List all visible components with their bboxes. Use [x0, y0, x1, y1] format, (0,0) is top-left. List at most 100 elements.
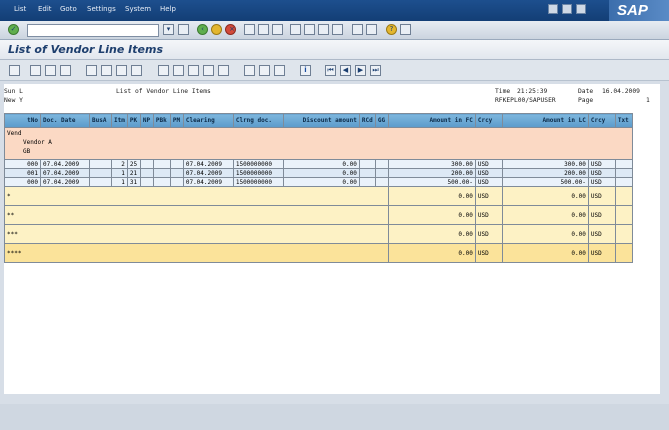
first-page-icon[interactable] — [290, 24, 301, 35]
select-layout-icon[interactable] — [259, 65, 270, 76]
cell-busa[interactable] — [89, 159, 112, 169]
col-header[interactable]: Itm — [111, 113, 128, 128]
first-icon[interactable]: ⏮ — [325, 65, 336, 76]
cell-clearing[interactable]: 07.04.2009 — [182, 159, 234, 169]
change-layout-icon[interactable] — [244, 65, 255, 76]
local-file-icon[interactable] — [218, 65, 229, 76]
col-header[interactable]: PBk — [152, 113, 171, 128]
cell-pk[interactable]: 31 — [126, 177, 141, 187]
cell-amount-lc[interactable]: 500.00- — [501, 177, 589, 187]
cell-np[interactable] — [139, 177, 154, 187]
total-amount-lc[interactable]: 0.00 — [501, 224, 589, 244]
ledger-icon[interactable] — [30, 65, 41, 76]
col-header[interactable]: NP — [139, 113, 154, 128]
col-header[interactable]: Doc. Date — [40, 113, 90, 128]
total-row[interactable]: *** 0.00 USD 0.00 USD — [4, 224, 633, 244]
cell-clearing[interactable]: 07.04.2009 — [182, 168, 234, 178]
col-header[interactable]: Txt — [614, 113, 633, 128]
exit-icon[interactable] — [211, 24, 222, 35]
cell-pbk[interactable] — [152, 168, 171, 178]
last-page-icon[interactable] — [332, 24, 343, 35]
maximize-icon[interactable] — [576, 4, 586, 14]
cell-doc-no[interactable]: 001 — [4, 168, 41, 178]
col-header[interactable]: GG — [374, 113, 389, 128]
dropdown-icon[interactable]: ▾ — [163, 24, 174, 35]
cell-busa[interactable] — [89, 177, 112, 187]
cell-crcy[interactable]: USD — [474, 177, 503, 187]
menu-list[interactable]: List — [14, 5, 26, 13]
col-header[interactable]: BusA — [89, 113, 112, 128]
col-header[interactable]: PM — [169, 113, 184, 128]
cell-clrng-doc[interactable]: 1500000000 — [232, 177, 284, 187]
cell-gg[interactable] — [374, 177, 389, 187]
refresh-icon[interactable] — [9, 65, 20, 76]
col-header[interactable]: Crcy — [474, 113, 503, 128]
cell-doc-date[interactable]: 07.04.2009 — [40, 168, 90, 178]
save-layout-icon[interactable] — [274, 65, 285, 76]
table-row[interactable]: 000 07.04.2009 1 31 07.04.2009 150000000… — [4, 177, 633, 187]
total-amount-lc[interactable]: 0.00 — [501, 186, 589, 206]
menu-settings[interactable]: Settings — [87, 5, 116, 13]
cell-pk[interactable]: 21 — [126, 168, 141, 178]
print-icon[interactable] — [244, 24, 255, 35]
funnel-icon[interactable] — [60, 65, 71, 76]
help-icon[interactable]: ? — [386, 24, 397, 35]
cell-doc-date[interactable]: 07.04.2009 — [40, 159, 90, 169]
menu-edit[interactable]: Edit — [38, 5, 52, 13]
menu-help[interactable]: Help — [160, 5, 176, 13]
cell-rcd[interactable] — [358, 168, 376, 178]
total-amount-lc[interactable]: 0.00 — [501, 205, 589, 225]
cell-gg[interactable] — [374, 159, 389, 169]
cell-doc-no[interactable]: 000 — [4, 177, 41, 187]
word-processing-icon[interactable] — [203, 65, 214, 76]
export-icon[interactable] — [173, 65, 184, 76]
cell-pbk[interactable] — [152, 177, 171, 187]
col-header[interactable]: RCd — [358, 113, 376, 128]
cell-rcd[interactable] — [358, 177, 376, 187]
col-header[interactable]: PK — [126, 113, 141, 128]
table-row[interactable]: 001 07.04.2009 1 21 07.04.2009 150000000… — [4, 168, 633, 178]
save-icon[interactable] — [178, 24, 189, 35]
cancel-icon[interactable]: × — [225, 24, 236, 35]
back-icon[interactable]: ‹ — [197, 24, 208, 35]
col-header[interactable]: Clrng doc. — [232, 113, 284, 128]
total-amount-fc[interactable]: 0.00 — [387, 205, 476, 225]
col-header[interactable]: Amount in FC — [387, 113, 476, 128]
cell-discount[interactable]: 0.00 — [282, 177, 360, 187]
sort-descending-icon[interactable] — [101, 65, 112, 76]
window-menu-icon[interactable] — [548, 4, 558, 14]
cell-crcy[interactable]: USD — [587, 159, 616, 169]
menu-system[interactable]: System — [125, 5, 151, 13]
cell-itm[interactable]: 1 — [111, 177, 128, 187]
col-header[interactable]: Crcy — [587, 113, 616, 128]
minimize-icon[interactable] — [562, 4, 572, 14]
next-page-icon[interactable] — [318, 24, 329, 35]
col-header[interactable]: Clearing — [182, 113, 234, 128]
cell-doc-no[interactable]: 000 — [4, 159, 41, 169]
sort-ascending-icon[interactable] — [86, 65, 97, 76]
cell-pm[interactable] — [169, 159, 184, 169]
cell-crcy[interactable]: USD — [474, 168, 503, 178]
cell-txt[interactable] — [614, 177, 633, 187]
find-next-icon[interactable] — [272, 24, 283, 35]
sum-icon[interactable] — [116, 65, 127, 76]
col-header[interactable]: Amount in LC — [501, 113, 589, 128]
cell-amount-fc[interactable]: 300.00 — [387, 159, 476, 169]
next-icon[interactable]: ▶ — [355, 65, 366, 76]
last-icon[interactable]: ⏭ — [370, 65, 381, 76]
total-row[interactable]: ** 0.00 USD 0.00 USD — [4, 205, 633, 225]
col-header[interactable]: tNo — [4, 113, 41, 128]
cell-crcy[interactable]: USD — [587, 168, 616, 178]
info-icon[interactable]: i — [300, 65, 311, 76]
cell-amount-lc[interactable]: 200.00 — [501, 168, 589, 178]
cell-amount-lc[interactable]: 300.00 — [501, 159, 589, 169]
total-amount-fc[interactable]: 0.00 — [387, 224, 476, 244]
cell-gg[interactable] — [374, 168, 389, 178]
cell-clrng-doc[interactable]: 1500000000 — [232, 159, 284, 169]
subtotal-icon[interactable] — [131, 65, 142, 76]
col-header[interactable]: Discount amount — [282, 113, 360, 128]
new-session-icon[interactable] — [352, 24, 363, 35]
cell-clearing[interactable]: 07.04.2009 — [182, 177, 234, 187]
shortcut-icon[interactable] — [366, 24, 377, 35]
find-icon[interactable] — [258, 24, 269, 35]
